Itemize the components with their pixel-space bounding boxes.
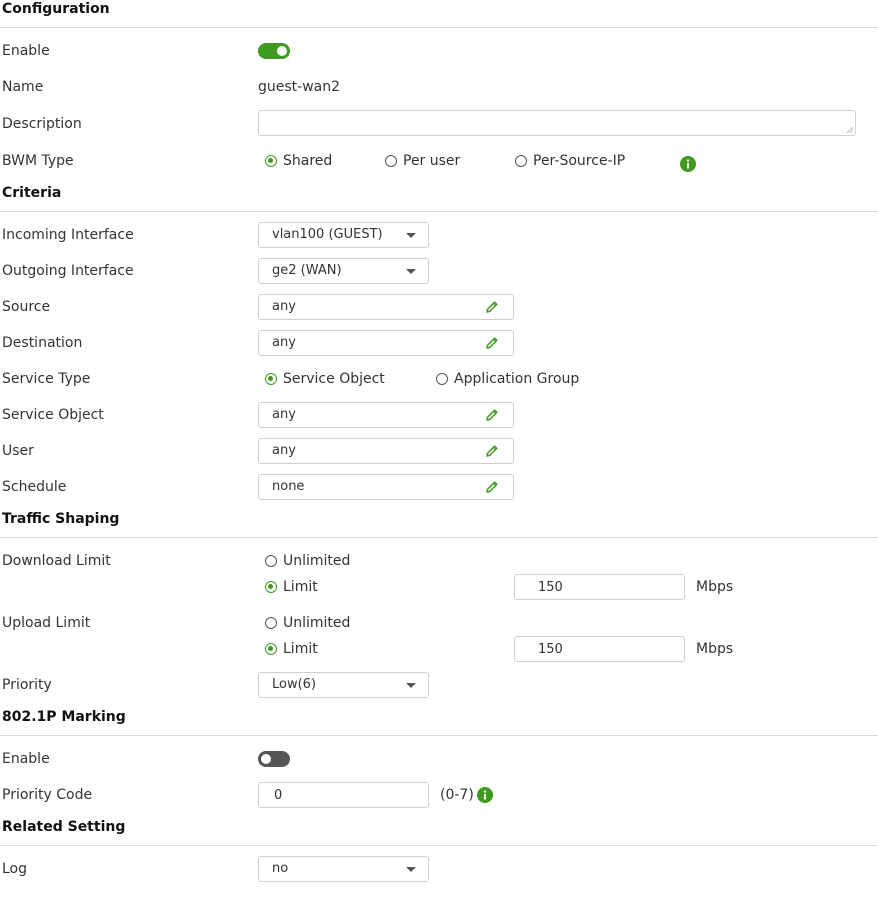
destination-field[interactable]: any — [258, 330, 514, 356]
upload-unit: Mbps — [696, 641, 734, 657]
user-label: User — [2, 443, 34, 459]
radio-dot — [436, 373, 448, 385]
caret-down-icon — [406, 867, 416, 872]
download-limit-input[interactable] — [514, 574, 685, 600]
radio-dot — [515, 155, 527, 167]
service-type-label: Service Type — [2, 371, 91, 387]
pencil-icon[interactable] — [485, 408, 499, 422]
user-field[interactable]: any — [258, 438, 514, 464]
name-value: guest-wan2 — [258, 79, 341, 95]
download-limit-label: Download Limit — [2, 553, 111, 569]
source-field[interactable]: any — [258, 294, 514, 320]
download-radio-limit[interactable]: Limit — [265, 579, 318, 595]
incoming-interface-select[interactable]: vlan100 (GUEST) — [258, 222, 429, 248]
log-label: Log — [2, 861, 28, 877]
download-radio-unlimited[interactable]: Unlimited — [265, 553, 350, 569]
radio-dot — [265, 373, 277, 385]
divider — [0, 537, 878, 538]
schedule-label: Schedule — [2, 479, 67, 495]
upload-radio-unlimited[interactable]: Unlimited — [265, 615, 350, 631]
pencil-icon[interactable] — [485, 336, 499, 350]
caret-down-icon — [406, 683, 416, 688]
section-title-criteria: Criteria — [2, 185, 62, 201]
marking-enable-label: Enable — [2, 751, 50, 767]
upload-limit-input[interactable] — [514, 636, 685, 662]
marking-enable-toggle[interactable] — [258, 751, 290, 767]
radio-dot — [265, 555, 277, 567]
resize-grip-icon[interactable] — [846, 126, 853, 133]
section-title-traffic-shaping: Traffic Shaping — [2, 511, 120, 527]
priority-code-input[interactable] — [258, 782, 429, 808]
section-title-related-setting: Related Setting — [2, 819, 126, 835]
caret-down-icon — [406, 233, 416, 238]
priority-code-range: (0-7) — [440, 787, 474, 803]
service-object-field[interactable]: any — [258, 402, 514, 428]
radio-dot — [265, 617, 277, 629]
caret-down-icon — [406, 269, 416, 274]
priority-code-label: Priority Code — [2, 787, 93, 803]
name-label: Name — [2, 79, 44, 95]
divider — [0, 211, 878, 212]
pencil-icon[interactable] — [485, 444, 499, 458]
radio-dot — [385, 155, 397, 167]
radio-dot — [265, 155, 277, 167]
source-label: Source — [2, 299, 51, 315]
info-icon[interactable] — [477, 787, 493, 803]
description-label: Description — [2, 116, 82, 132]
toggle-knob — [277, 46, 287, 56]
radio-dot — [265, 581, 277, 593]
download-unit: Mbps — [696, 579, 734, 595]
bwm-radio-shared[interactable]: Shared — [265, 153, 332, 169]
schedule-field[interactable]: none — [258, 474, 514, 500]
log-select[interactable]: no — [258, 856, 429, 882]
upload-limit-label: Upload Limit — [2, 615, 91, 631]
section-title-configuration: Configuration — [2, 1, 110, 17]
upload-radio-limit[interactable]: Limit — [265, 641, 318, 657]
info-icon[interactable] — [680, 156, 696, 172]
toggle-knob — [261, 754, 271, 764]
pencil-icon[interactable] — [485, 300, 499, 314]
service-type-radio-service-object[interactable]: Service Object — [265, 371, 385, 387]
divider — [0, 845, 878, 846]
enable-toggle[interactable] — [258, 43, 290, 59]
outgoing-interface-label: Outgoing Interface — [2, 263, 134, 279]
outgoing-interface-select[interactable]: ge2 (WAN) — [258, 258, 429, 284]
destination-label: Destination — [2, 335, 83, 351]
section-title-marking: 802.1P Marking — [2, 709, 126, 725]
bwm-radio-per-user[interactable]: Per user — [385, 153, 460, 169]
radio-dot — [265, 643, 277, 655]
enable-label: Enable — [2, 43, 50, 59]
incoming-interface-label: Incoming Interface — [2, 227, 134, 243]
service-type-radio-application-group[interactable]: Application Group — [436, 371, 579, 387]
description-textarea[interactable] — [258, 110, 856, 136]
pencil-icon[interactable] — [485, 480, 499, 494]
priority-label: Priority — [2, 677, 52, 693]
bwm-radio-per-source-ip[interactable]: Per-Source-IP — [515, 153, 625, 169]
priority-select[interactable]: Low(6) — [258, 672, 429, 698]
service-object-label: Service Object — [2, 407, 104, 423]
divider — [0, 735, 878, 736]
divider — [0, 27, 878, 28]
bwm-type-label: BWM Type — [2, 153, 74, 169]
